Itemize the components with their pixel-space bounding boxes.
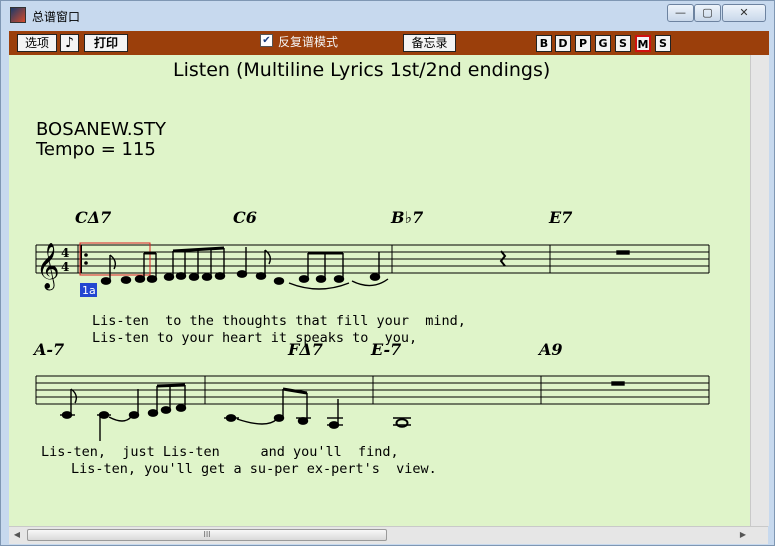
track-button-strings[interactable]: S — [615, 35, 631, 52]
repeat-mode-label: 反复谱模式 — [278, 35, 339, 49]
track-button-soloist[interactable]: S — [655, 35, 671, 52]
track-button-piano[interactable]: P — [575, 35, 591, 52]
track-button-bass[interactable]: B — [536, 35, 552, 52]
lyric-line: Lis-ten, you'll get a su-per ex-pert's v… — [71, 461, 437, 477]
lyric-line: Lis-ten to your heart it speaks to you, — [92, 330, 418, 346]
time-signature-top: 4 — [61, 246, 69, 260]
track-button-drums[interactable]: D — [555, 35, 571, 52]
lyric-line: Lis-ten to the thoughts that fill your m… — [92, 313, 466, 329]
minimize-button[interactable]: — — [667, 4, 694, 22]
lyric-line: Lis-ten, just Lis-ten and you'll find, — [41, 444, 399, 460]
vertical-scrollbar[interactable] — [750, 55, 769, 526]
print-button[interactable]: 打印 — [84, 34, 128, 52]
repeat-mode-checkbox[interactable]: ✔ — [260, 34, 273, 47]
track-button-melody[interactable]: M — [635, 35, 651, 52]
scroll-left-icon[interactable]: ◀ — [9, 527, 25, 543]
time-signature-bottom: 4 — [61, 260, 69, 274]
scroll-thumb[interactable]: III — [27, 529, 387, 541]
score-sheet[interactable]: Listen (Multiline Lyrics 1st/2nd endings… — [9, 55, 750, 526]
close-button[interactable]: ✕ — [722, 4, 766, 22]
window-title: 总谱窗口 — [32, 10, 81, 24]
title-bar[interactable]: 总谱窗口 — ▢ ✕ — [1, 1, 774, 31]
scroll-right-icon[interactable]: ▶ — [735, 527, 751, 543]
memo-button[interactable]: 备忘录 — [403, 34, 456, 52]
score-toolbar: 选项 ♪ 打印 ✔ 反复谱模式 备忘录 B D P G S M S — [9, 31, 769, 55]
score-window: 总谱窗口 — ▢ ✕ 选项 ♪ 打印 ✔ 反复谱模式 备忘录 B D P G S… — [0, 0, 775, 546]
maximize-button[interactable]: ▢ — [694, 4, 721, 22]
options-button[interactable]: 选项 — [17, 34, 57, 52]
bar-number: 1a — [82, 284, 96, 297]
horizontal-scrollbar[interactable]: ◀ III ▶ — [9, 526, 768, 544]
track-button-guitar[interactable]: G — [595, 35, 611, 52]
app-icon — [10, 7, 26, 23]
note-icon-button[interactable]: ♪ — [60, 34, 79, 52]
treble-clef-icon: 𝄞 — [36, 243, 60, 291]
